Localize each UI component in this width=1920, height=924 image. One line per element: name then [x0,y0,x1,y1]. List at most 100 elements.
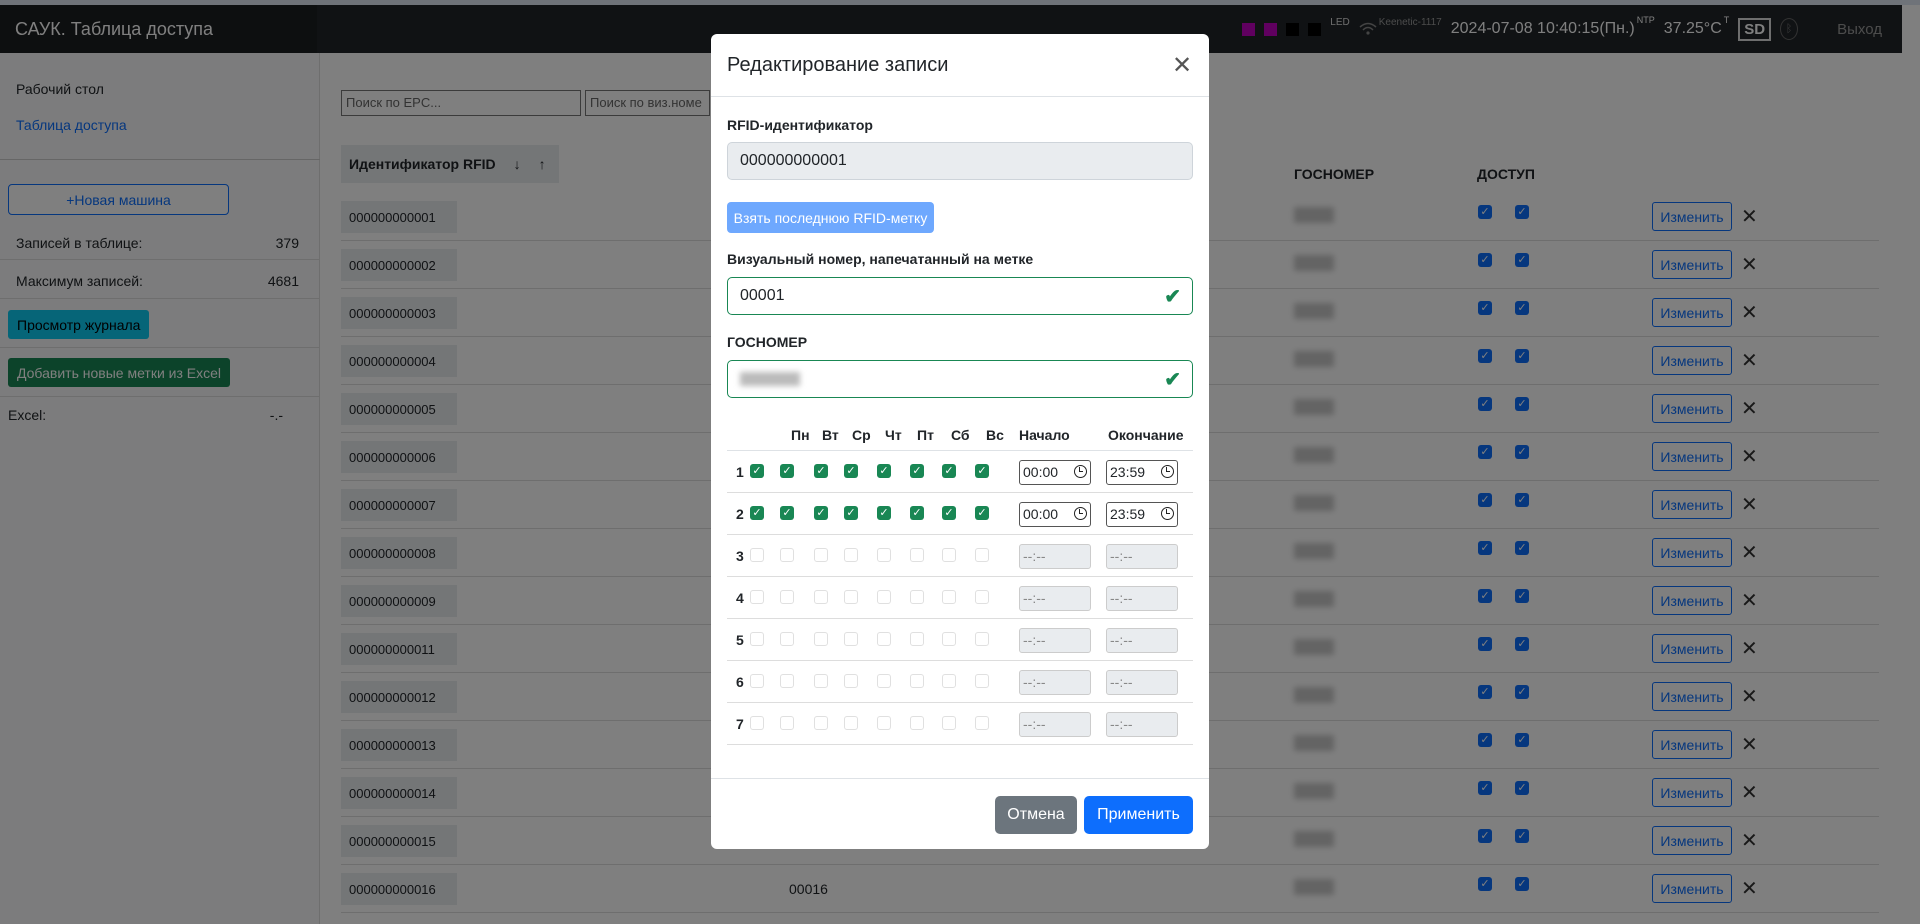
day-checkbox[interactable]: ✓ [942,506,956,520]
clock-icon[interactable] [1074,465,1087,478]
day-checkbox[interactable]: ✓ [910,506,924,520]
day-checkbox[interactable]: ✓ [814,464,828,478]
day-checkbox[interactable] [877,548,891,562]
day-checkbox[interactable] [910,716,924,730]
day-checkbox[interactable] [844,590,858,604]
row-enable-checkbox[interactable] [750,548,764,562]
day-checkbox[interactable]: ✓ [942,464,956,478]
end-time-value: --:-- [1110,674,1133,690]
start-time-input[interactable]: --:-- [1019,586,1091,611]
row-enable-checkbox[interactable] [750,716,764,730]
cancel-button[interactable]: Отмена [995,796,1077,834]
day-checkbox[interactable] [780,716,794,730]
schedule-row: 6 --:-- --:-- [727,661,1193,703]
end-time-value: --:-- [1110,590,1133,606]
start-time-value: --:-- [1023,632,1046,648]
start-header: Начало [1019,427,1070,443]
day-checkbox[interactable]: ✓ [877,464,891,478]
day-checkbox[interactable] [780,590,794,604]
start-time-input[interactable]: 00:00 [1019,502,1091,527]
day-checkbox[interactable] [975,716,989,730]
day-checkbox[interactable] [780,674,794,688]
start-time-value: --:-- [1023,716,1046,732]
start-time-value: --:-- [1023,674,1046,690]
start-time-input[interactable]: --:-- [1019,670,1091,695]
plate-field[interactable]: ✔ [727,360,1193,398]
end-time-value: --:-- [1110,716,1133,732]
day-checkbox[interactable]: ✓ [844,506,858,520]
day-checkbox[interactable] [814,548,828,562]
day-checkbox[interactable] [975,674,989,688]
row-enable-checkbox[interactable]: ✓ [750,506,764,520]
day-checkbox[interactable] [877,674,891,688]
day-checkbox[interactable] [942,674,956,688]
day-checkbox[interactable] [877,716,891,730]
day-checkbox[interactable]: ✓ [814,506,828,520]
end-time-value: --:-- [1110,632,1133,648]
day-checkbox[interactable] [910,674,924,688]
day-checkbox[interactable] [877,590,891,604]
row-enable-checkbox[interactable] [750,674,764,688]
day-checkbox[interactable] [910,548,924,562]
row-enable-checkbox[interactable] [750,590,764,604]
clock-icon[interactable] [1074,507,1087,520]
start-time-input[interactable]: 00:00 [1019,460,1091,485]
close-icon[interactable]: ✕ [1172,51,1192,80]
day-checkbox[interactable]: ✓ [780,506,794,520]
day-checkbox[interactable]: ✓ [910,464,924,478]
day-checkbox[interactable] [942,590,956,604]
clock-icon[interactable] [1161,465,1174,478]
rfid-field[interactable]: 000000000001 [727,142,1193,180]
day-checkbox[interactable]: ✓ [975,506,989,520]
visual-number-field[interactable]: 00001 ✔ [727,277,1193,315]
day-checkbox[interactable]: ✓ [877,506,891,520]
day-checkbox[interactable] [942,632,956,646]
row-enable-checkbox[interactable] [750,632,764,646]
apply-button[interactable]: Применить [1084,796,1193,834]
end-time-input[interactable]: --:-- [1106,544,1178,569]
day-checkbox[interactable] [814,590,828,604]
day-checkbox[interactable] [910,590,924,604]
row-enable-checkbox[interactable]: ✓ [750,464,764,478]
day-checkbox[interactable] [780,632,794,646]
day-checkbox[interactable]: ✓ [975,464,989,478]
end-time-input[interactable]: --:-- [1106,712,1178,737]
end-time-input[interactable]: --:-- [1106,586,1178,611]
start-time-input[interactable]: --:-- [1019,544,1091,569]
end-time-input[interactable]: 23:59 [1106,502,1178,527]
day-checkbox[interactable] [844,674,858,688]
start-time-value: 00:00 [1023,506,1059,522]
schedule-row-number: 7 [736,716,744,732]
day-checkbox[interactable] [844,716,858,730]
day-header: Сб [951,427,970,443]
day-checkbox[interactable] [942,548,956,562]
plate-label: ГОСНОМЕР [727,334,808,350]
day-checkbox[interactable] [814,716,828,730]
start-time-input[interactable]: --:-- [1019,628,1091,653]
day-checkbox[interactable] [844,548,858,562]
day-checkbox[interactable] [877,632,891,646]
day-checkbox[interactable] [942,716,956,730]
modal-title: Редактирование записи [727,54,949,76]
schedule-row: 4 --:-- --:-- [727,577,1193,619]
end-time-input[interactable]: 23:59 [1106,460,1178,485]
day-checkbox[interactable] [975,548,989,562]
day-checkbox[interactable] [814,632,828,646]
end-time-input[interactable]: --:-- [1106,628,1178,653]
day-checkbox[interactable] [844,632,858,646]
day-checkbox[interactable]: ✓ [844,464,858,478]
day-checkbox[interactable]: ✓ [780,464,794,478]
day-checkbox[interactable] [975,632,989,646]
clock-icon[interactable] [1161,507,1174,520]
day-checkbox[interactable] [780,548,794,562]
day-header: Пн [791,427,810,443]
take-last-rfid-button[interactable]: Взять последнюю RFID-метку [727,202,934,233]
day-checkbox[interactable] [975,590,989,604]
day-checkbox[interactable] [814,674,828,688]
start-time-input[interactable]: --:-- [1019,712,1091,737]
day-checkbox[interactable] [910,632,924,646]
valid-check-icon: ✔ [1164,369,1181,391]
schedule-row: 2 ✓ ✓ ✓ ✓ ✓ ✓ ✓ ✓ 00:00 23:59 [727,493,1193,535]
visual-number-label: Визуальный номер, напечатанный на метке [727,251,1034,267]
end-time-input[interactable]: --:-- [1106,670,1178,695]
